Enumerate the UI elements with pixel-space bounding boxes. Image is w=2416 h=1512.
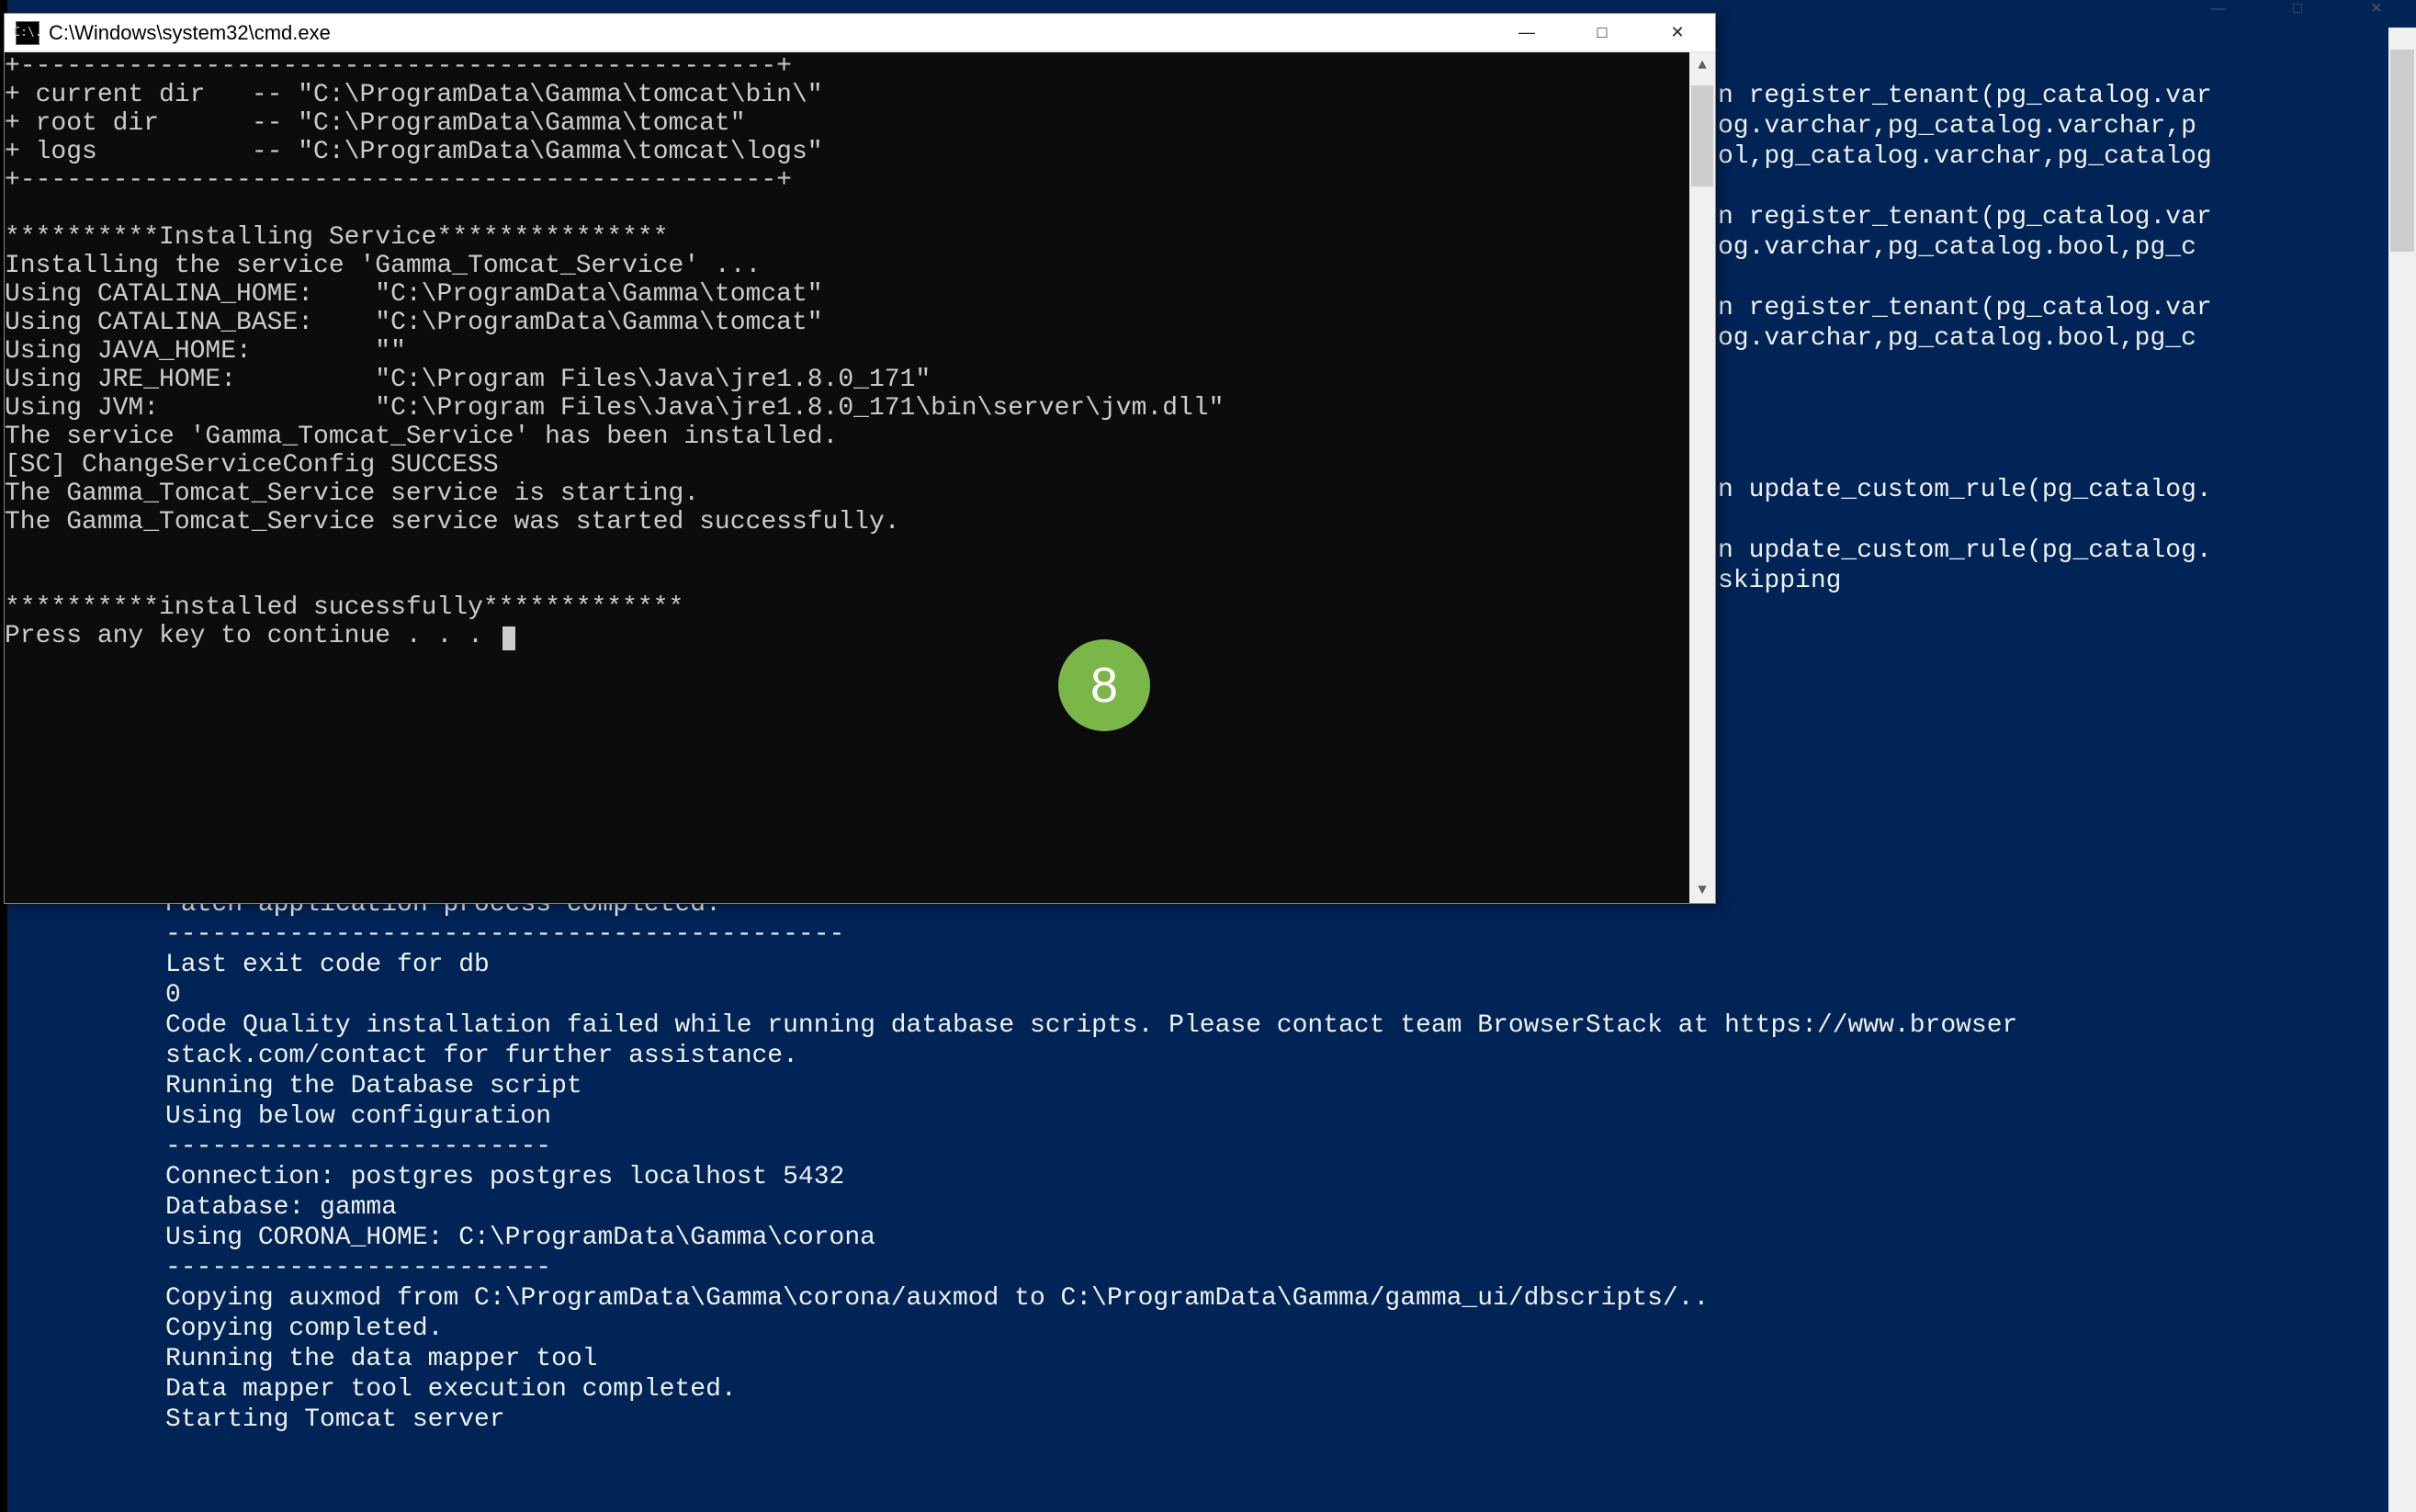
- maximize-button[interactable]: □: [1564, 14, 1640, 52]
- scroll-up-arrow-icon[interactable]: ▲: [1689, 52, 1715, 78]
- bg-maximize-button[interactable]: □: [2258, 0, 2337, 17]
- cmd-icon: C:\.: [16, 21, 40, 45]
- minimize-button[interactable]: —: [1489, 14, 1564, 52]
- step-badge-number: 8: [1090, 657, 1118, 714]
- background-scrollbar-thumb[interactable]: [2390, 50, 2414, 252]
- cmd-output[interactable]: +---------------------------------------…: [5, 52, 1689, 903]
- background-right-output: n register_tenant(pg_catalog.var og.varc…: [1718, 81, 2416, 596]
- step-badge: 8: [1058, 639, 1150, 731]
- cmd-scrollbar-thumb[interactable]: [1691, 85, 1713, 186]
- bg-minimize-button[interactable]: —: [2179, 0, 2258, 17]
- background-scrollbar[interactable]: [2388, 28, 2416, 1512]
- cmd-titlebar[interactable]: C:\. C:\Windows\system32\cmd.exe — □ ✕: [5, 14, 1715, 52]
- bg-close-button[interactable]: ✕: [2337, 0, 2416, 17]
- cmd-client-area: +---------------------------------------…: [5, 52, 1715, 903]
- cmd-title: C:\Windows\system32\cmd.exe: [49, 21, 331, 45]
- cmd-window: C:\. C:\Windows\system32\cmd.exe — □ ✕ +…: [4, 13, 1716, 904]
- cursor-icon: [502, 626, 515, 650]
- close-button[interactable]: ✕: [1640, 14, 1715, 52]
- bg-window-controls: — □ ✕: [2179, 0, 2416, 18]
- scroll-down-arrow-icon[interactable]: ▼: [1689, 877, 1715, 903]
- background-output: Patch application process completed. ---…: [165, 889, 2416, 1435]
- cmd-scrollbar[interactable]: ▲ ▼: [1689, 52, 1715, 903]
